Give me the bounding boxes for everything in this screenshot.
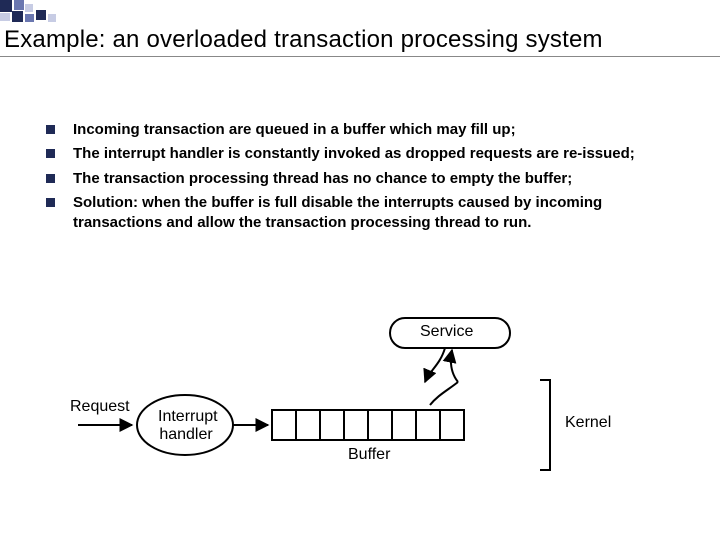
list-item: The interrupt handler is constantly invo… [46,144,684,164]
bullet-text: Incoming transaction are queued in a buf… [73,120,516,140]
diagram-svg [70,310,650,500]
kernel-label: Kernel [565,414,611,432]
bullet-text: The interrupt handler is constantly invo… [73,144,635,164]
bullet-square-icon [46,125,55,134]
service-label: Service [420,323,473,341]
bullet-text: Solution: when the buffer is full disabl… [73,193,684,234]
interrupt-handler-line1: Interrupt [158,408,218,425]
bullet-square-icon [46,198,55,207]
bullet-list: Incoming transaction are queued in a buf… [46,120,684,237]
buffer-cells [272,410,464,440]
diagram-figure: Request Interrupt handler Buffer Service… [70,310,650,500]
title-bar: Example: an overloaded transaction proce… [0,26,720,57]
list-item: Solution: when the buffer is full disabl… [46,193,684,234]
list-item: Incoming transaction are queued in a buf… [46,120,684,140]
buffer-label: Buffer [348,446,390,464]
bullet-text: The transaction processing thread has no… [73,169,572,189]
bullet-square-icon [46,174,55,183]
interrupt-handler-line2: handler [159,426,212,443]
interrupt-handler-label: Interrupt handler [158,408,214,443]
request-label: Request [70,398,130,416]
bullet-square-icon [46,149,55,158]
decorative-squares-bar [0,0,720,22]
slide: Example: an overloaded transaction proce… [0,0,720,540]
page-title: Example: an overloaded transaction proce… [4,26,716,54]
list-item: The transaction processing thread has no… [46,169,684,189]
